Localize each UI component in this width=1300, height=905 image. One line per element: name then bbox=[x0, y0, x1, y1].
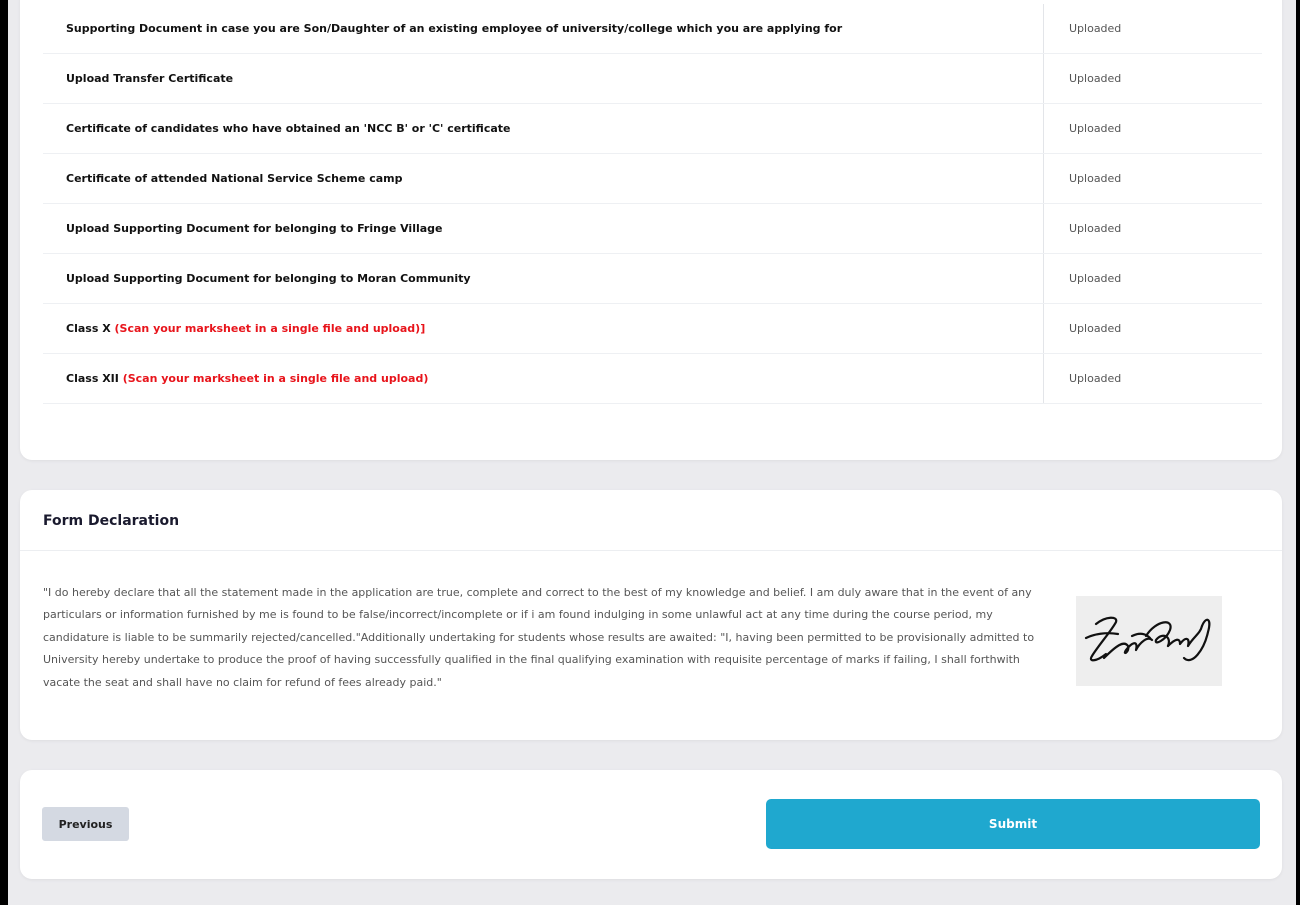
upload-status: Uploaded bbox=[1043, 53, 1262, 104]
document-label: Upload Transfer Certificate bbox=[43, 53, 1044, 104]
document-label: Upload Supporting Document for belonging… bbox=[43, 203, 1044, 254]
table-row: Class XII (Scan your marksheet in a sing… bbox=[43, 353, 1262, 404]
document-label: Class X (Scan your marksheet in a single… bbox=[43, 303, 1044, 354]
document-note: (Scan your marksheet in a single file an… bbox=[114, 322, 426, 335]
upload-status: Uploaded bbox=[1043, 303, 1262, 354]
signature-image bbox=[1076, 596, 1222, 686]
upload-status: Uploaded bbox=[1043, 4, 1262, 54]
document-label: Certificate of attended National Service… bbox=[43, 153, 1044, 204]
table-row: Upload Supporting Document for belonging… bbox=[43, 253, 1262, 304]
table-row: Upload Transfer Certificate Uploaded bbox=[43, 53, 1262, 104]
actions-card: Previous Submit bbox=[20, 770, 1282, 879]
document-label: Certificate of candidates who have obtai… bbox=[43, 103, 1044, 154]
declaration-title: Form Declaration bbox=[20, 490, 1282, 551]
document-label: Class XII (Scan your marksheet in a sing… bbox=[43, 353, 1044, 404]
upload-status: Uploaded bbox=[1043, 353, 1262, 404]
documents-table: Supporting Document in case you are Son/… bbox=[43, 4, 1262, 404]
documents-card: Supporting Document in case you are Son/… bbox=[20, 0, 1282, 460]
upload-status: Uploaded bbox=[1043, 203, 1262, 254]
table-row: Supporting Document in case you are Son/… bbox=[43, 4, 1262, 54]
document-note: (Scan your marksheet in a single file an… bbox=[122, 372, 429, 385]
upload-status: Uploaded bbox=[1043, 253, 1262, 304]
document-label: Supporting Document in case you are Son/… bbox=[43, 4, 1044, 54]
table-row: Class X (Scan your marksheet in a single… bbox=[43, 303, 1262, 354]
upload-status: Uploaded bbox=[1043, 103, 1262, 154]
table-row: Certificate of candidates who have obtai… bbox=[43, 103, 1262, 154]
table-row: Upload Supporting Document for belonging… bbox=[43, 203, 1262, 254]
submit-button[interactable]: Submit bbox=[766, 799, 1260, 849]
page-frame: Supporting Document in case you are Son/… bbox=[8, 0, 1296, 905]
table-row: Certificate of attended National Service… bbox=[43, 153, 1262, 204]
declaration-text: "I do hereby declare that all the statem… bbox=[43, 586, 1035, 689]
previous-button[interactable]: Previous bbox=[42, 807, 129, 841]
upload-status: Uploaded bbox=[1043, 153, 1262, 204]
declaration-card: Form Declaration "I do hereby declare th… bbox=[20, 490, 1282, 740]
document-label: Upload Supporting Document for belonging… bbox=[43, 253, 1044, 304]
